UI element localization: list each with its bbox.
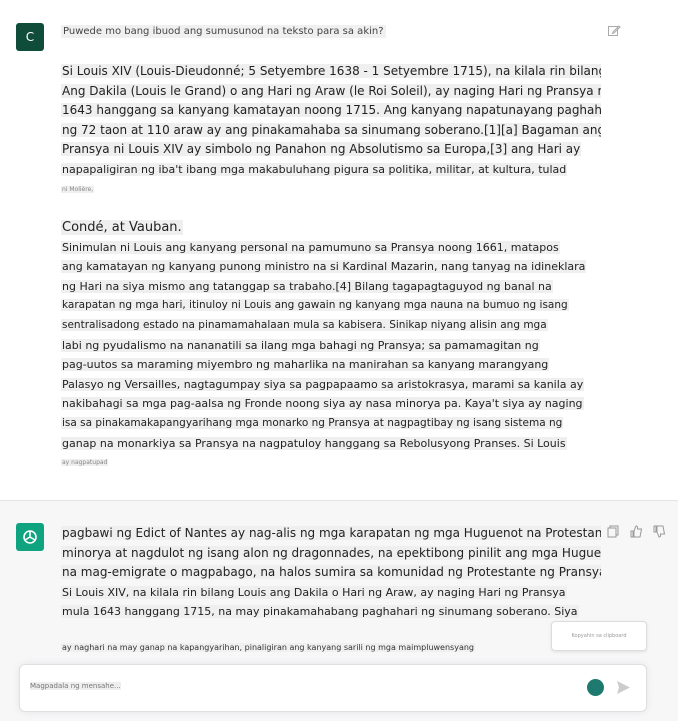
user-avatar: C [16,23,44,51]
assistant-paragraph: pagbawi ng Edict of Nantes ay nag-alis n… [61,524,601,622]
user-paragraph-2: Condé, at Vauban. Sinimulan ni Louis ang… [61,220,587,467]
copy-icon[interactable] [607,525,620,538]
message-composer[interactable]: Magpadala ng mensahe... [19,664,647,712]
user-question: Puwede mo bang ibuod ang sumusunod na te… [61,25,386,38]
copy-tooltip: Kopyahin sa clipboard [551,621,647,651]
user-paragraph-1: Si Louis XIV (Louis-Dieudonné; 5 Setyemb… [61,62,601,199]
thumbs-up-icon[interactable] [630,525,643,538]
assistant-note: ay naghari na may ganap na kapangyarihan… [61,643,475,652]
user-message: C Puwede mo bang ibuod ang sumusunod na … [0,0,678,500]
openai-logo-icon [16,523,44,551]
edit-icon[interactable] [607,24,621,38]
response-actions [607,525,666,538]
message-input[interactable]: Magpadala ng mensahe... [30,682,121,690]
thumbs-down-icon[interactable] [653,525,666,538]
send-icon[interactable] [616,680,631,695]
translate-icon[interactable] [587,679,604,696]
